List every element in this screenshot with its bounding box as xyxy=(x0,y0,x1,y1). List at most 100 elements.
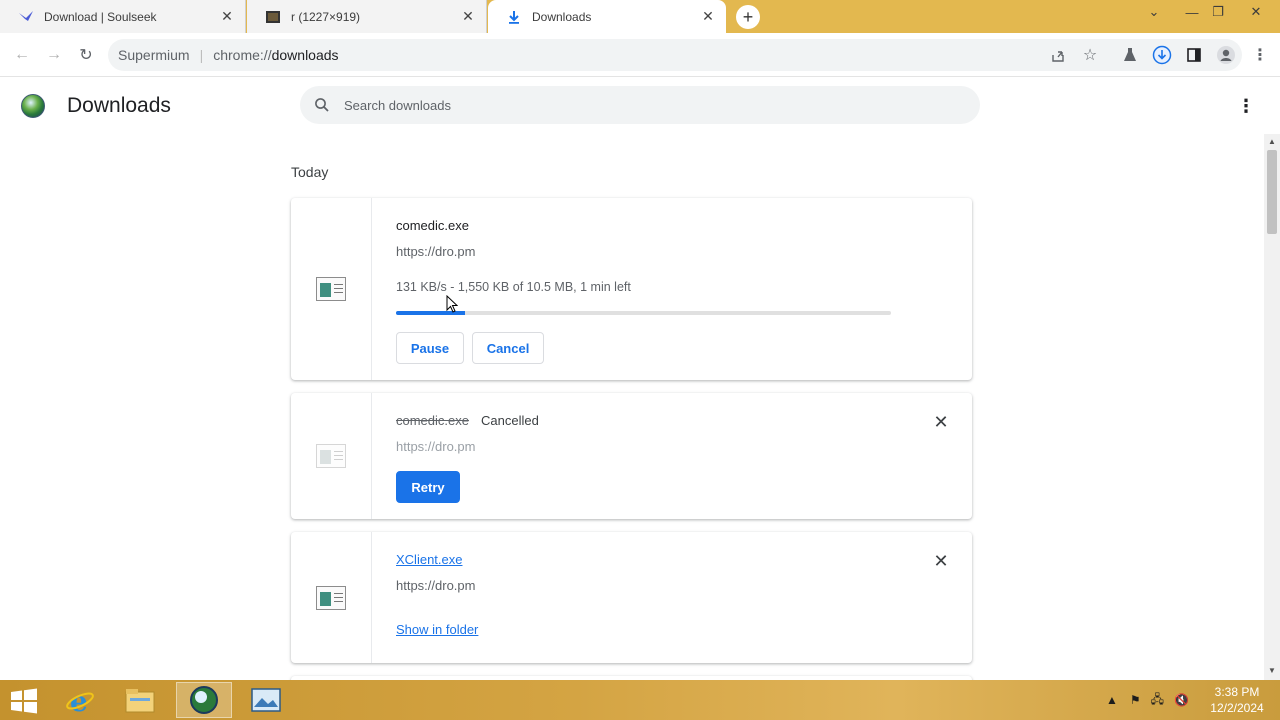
tab-search-button[interactable]: ⌄ xyxy=(1138,0,1170,24)
show-hidden-icons-icon[interactable]: ▲ xyxy=(1106,693,1118,707)
profile-button[interactable] xyxy=(1214,43,1238,67)
scroll-thumb[interactable] xyxy=(1267,150,1277,234)
downloads-header: Downloads ⋮ xyxy=(0,78,1280,134)
page-title: Downloads xyxy=(67,94,171,117)
reload-button[interactable]: ↻ xyxy=(74,43,98,67)
clock-date: 12/2/2024 xyxy=(1210,701,1264,715)
share-button[interactable] xyxy=(1046,43,1070,67)
file-name-link[interactable]: XClient.exe xyxy=(396,552,462,567)
taskbar-internet-explorer[interactable]: e xyxy=(52,682,108,718)
more-actions-button[interactable]: ⋮ xyxy=(1234,94,1258,118)
file-icon-column xyxy=(291,198,372,380)
plus-icon: + xyxy=(742,6,754,27)
close-icon: ✕ xyxy=(1250,4,1262,19)
downloads-button[interactable] xyxy=(1150,43,1174,67)
menu-button[interactable]: ⋮ xyxy=(1248,43,1272,67)
kebab-menu-icon: ⋮ xyxy=(1252,47,1268,64)
progress-status: 131 KB/s - 1,550 KB of 10.5 MB, 1 min le… xyxy=(396,280,631,294)
executable-file-icon xyxy=(316,585,346,610)
side-panel-icon xyxy=(1187,48,1201,62)
soulseek-bird-icon xyxy=(19,10,33,21)
progress-bar xyxy=(396,311,891,315)
tab-downloads[interactable]: Downloads ✕ xyxy=(488,0,726,33)
supermium-logo-icon xyxy=(190,686,218,714)
file-source-url: https://dro.pm xyxy=(396,578,476,593)
new-tab-button[interactable]: + xyxy=(736,5,760,29)
download-item-in-progress: comedic.exe https://dro.pm 131 KB/s - 1,… xyxy=(291,198,972,380)
tab-image[interactable]: r (1227×919) ✕ xyxy=(247,0,487,33)
photo-viewer-icon xyxy=(251,688,281,712)
executable-file-icon xyxy=(316,277,346,301)
image-thumbnail-icon xyxy=(266,10,280,23)
close-icon[interactable]: ✕ xyxy=(700,8,716,25)
close-icon: ✕ xyxy=(933,550,949,571)
browser-toolbar: ← → ↻ Supermium | chrome://downloads ☆ ⋮ xyxy=(0,33,1280,77)
restore-icon: ❐ xyxy=(1212,4,1224,19)
minimize-icon: — xyxy=(1185,4,1199,20)
search-box[interactable] xyxy=(300,86,980,124)
downloads-list: Today comedic.exe https://dro.pm 131 KB/… xyxy=(0,134,1264,680)
tab-title: Downloads xyxy=(532,9,592,24)
avatar-icon xyxy=(1217,46,1235,64)
star-icon: ☆ xyxy=(1082,47,1098,64)
pause-button[interactable]: Pause xyxy=(396,332,464,364)
windows-start-icon[interactable] xyxy=(8,688,40,714)
network-icon[interactable]: 🖧 xyxy=(1151,690,1164,711)
remove-item-button[interactable]: ✕ xyxy=(932,412,950,432)
executable-file-icon xyxy=(316,444,346,468)
file-source-url: https://dro.pm xyxy=(396,439,476,454)
file-name: comedic.exe xyxy=(396,413,469,428)
folder-icon xyxy=(125,689,155,713)
url-host: downloads xyxy=(271,47,339,63)
site-label: Supermium xyxy=(118,47,190,63)
forward-button[interactable]: → xyxy=(42,43,66,67)
file-source-url: https://dro.pm xyxy=(396,244,476,259)
tab-title: r (1227×919) xyxy=(291,9,361,24)
retry-button[interactable]: Retry xyxy=(396,471,460,503)
arrow-left-icon: ← xyxy=(14,46,30,63)
search-input[interactable] xyxy=(344,97,944,113)
chevron-down-icon: ⌄ xyxy=(1148,4,1160,19)
cancel-button[interactable]: Cancel xyxy=(472,332,544,364)
tab-soulseek[interactable]: Download | Soulseek ✕ xyxy=(0,0,246,33)
windows-taskbar: e ▲ ⚑ 🖧 🔇 3:38 PM 12/2/2024 xyxy=(0,680,1280,720)
file-icon-column xyxy=(291,532,372,663)
taskbar-clock[interactable]: 3:38 PM 12/2/2024 xyxy=(1204,684,1270,716)
share-icon xyxy=(1052,51,1064,62)
address-bar[interactable]: Supermium | chrome://downloads xyxy=(108,39,1242,71)
download-item-cancelled: comedic.exe Cancelled https://dro.pm Ret… xyxy=(291,393,972,519)
close-icon[interactable]: ✕ xyxy=(219,8,235,25)
back-button[interactable]: ← xyxy=(10,43,34,67)
side-panel-button[interactable] xyxy=(1182,43,1206,67)
action-center-flag-icon[interactable]: ⚑ xyxy=(1130,693,1141,707)
scroll-down-icon[interactable]: ▼ xyxy=(1268,666,1276,675)
show-in-folder-link[interactable]: Show in folder xyxy=(396,622,478,637)
remove-item-button[interactable]: ✕ xyxy=(932,550,950,571)
kebab-menu-icon: ⋮ xyxy=(1237,95,1255,116)
internet-explorer-icon: e xyxy=(66,685,94,716)
volume-muted-icon[interactable]: 🔇 xyxy=(1174,693,1189,707)
arrow-right-icon: → xyxy=(46,46,62,63)
close-window-button[interactable]: ✕ xyxy=(1240,0,1272,24)
bookmark-button[interactable]: ☆ xyxy=(1078,43,1102,67)
page-scrollbar[interactable]: ▲ ▼ xyxy=(1264,134,1280,680)
extensions-button[interactable] xyxy=(1118,43,1142,67)
flask-icon xyxy=(1124,48,1136,61)
date-heading: Today xyxy=(291,164,329,180)
restore-button[interactable]: ❐ xyxy=(1202,0,1234,24)
tab-strip: Download | Soulseek ✕ r (1227×919) ✕ Dow… xyxy=(0,0,1280,33)
file-icon-column xyxy=(291,393,372,519)
separator: | xyxy=(199,47,204,63)
scroll-up-icon[interactable]: ▲ xyxy=(1268,137,1276,146)
taskbar-image-viewer[interactable] xyxy=(238,682,294,718)
download-arrow-icon xyxy=(509,10,519,24)
download-item-complete: XClient.exe https://dro.pm Show in folde… xyxy=(291,532,972,663)
taskbar-supermium[interactable] xyxy=(176,682,232,718)
supermium-logo-icon xyxy=(21,94,45,118)
search-icon xyxy=(315,98,329,112)
file-name: comedic.exe xyxy=(396,218,469,233)
mouse-cursor-icon xyxy=(446,295,458,313)
taskbar-file-explorer[interactable] xyxy=(112,682,168,718)
download-circle-icon xyxy=(1152,45,1172,65)
close-icon[interactable]: ✕ xyxy=(460,8,476,25)
